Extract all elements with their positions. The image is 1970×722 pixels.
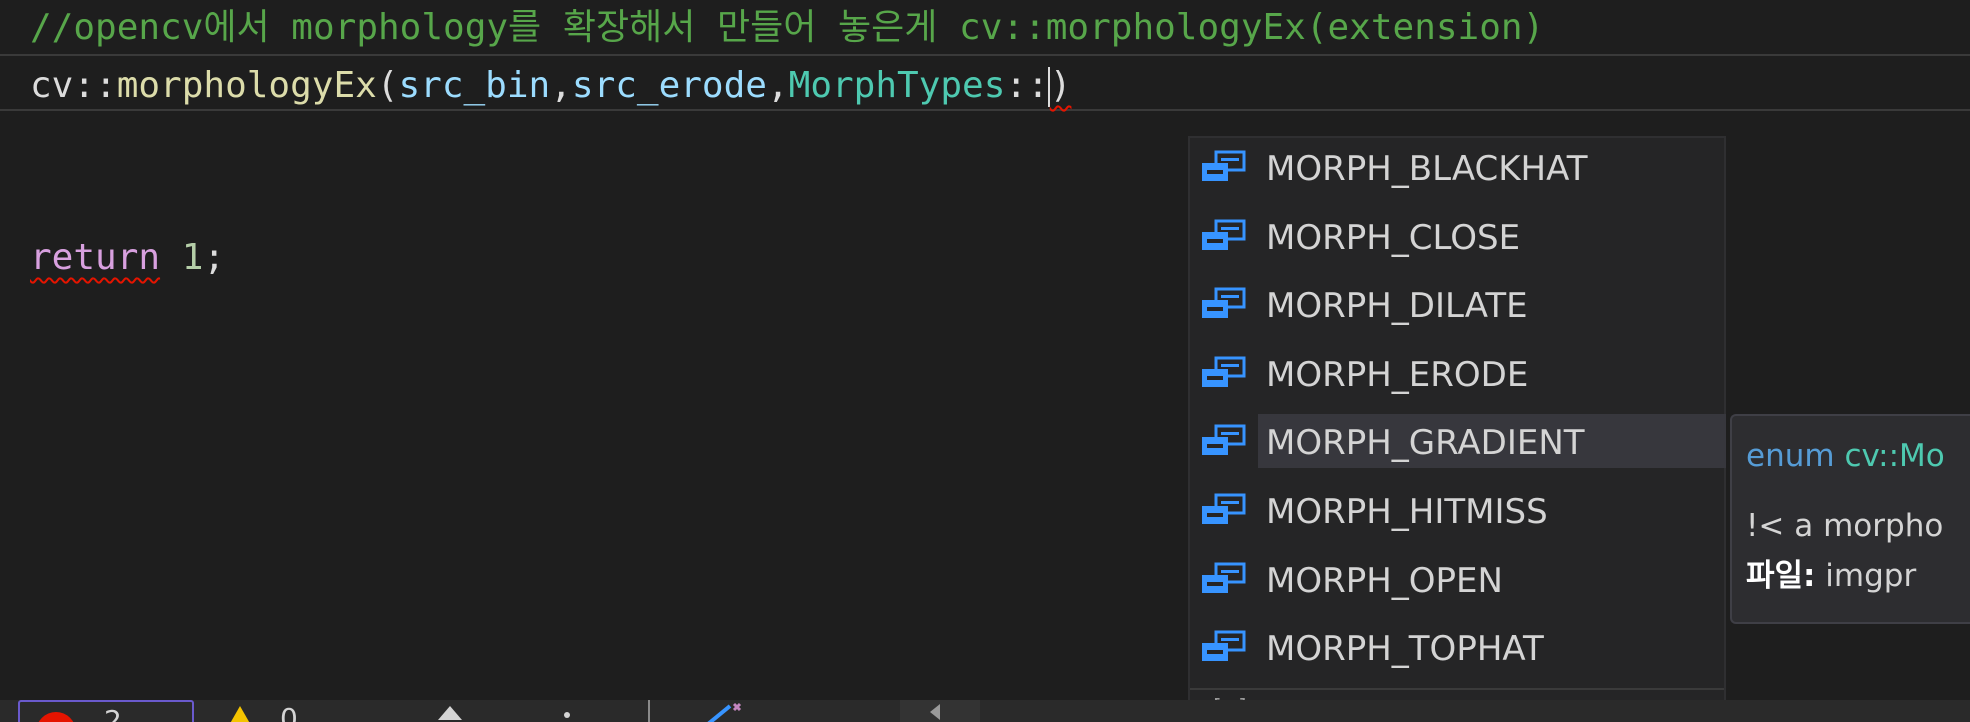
comment-text: //opencv에서 morphology를 확장해서 만들어 놓은게 cv::… bbox=[30, 7, 1545, 48]
completion-item-label: MORPH_HITMISS bbox=[1266, 492, 1548, 532]
return-line[interactable]: return 1; bbox=[30, 230, 225, 286]
completion-item[interactable]: MORPH_TOPHAT bbox=[1190, 620, 1724, 674]
morph-types-token: MorphTypes bbox=[788, 65, 1006, 106]
warning-count: 0 bbox=[280, 702, 298, 722]
close-paren-token: ) bbox=[1049, 65, 1072, 106]
tooltip-file-value: imgpr bbox=[1825, 558, 1917, 594]
error-count: 2 bbox=[104, 704, 122, 722]
status-separator bbox=[648, 700, 650, 722]
namespace-token: cv:: bbox=[30, 65, 117, 106]
semicolon-token: ; bbox=[203, 237, 226, 278]
enum-member-icon bbox=[1202, 424, 1246, 455]
completion-item-label: MORPH_ERODE bbox=[1266, 355, 1529, 395]
completion-item-label: MORPH_DILATE bbox=[1266, 286, 1528, 326]
completion-item-label: MORPH_TOPHAT bbox=[1266, 629, 1544, 669]
status-bar: 2 0 bbox=[0, 700, 1970, 722]
quick-info-tooltip: enum cv::Mo !< a morpho 파일: imgpr bbox=[1730, 414, 1970, 624]
enum-member-icon bbox=[1202, 287, 1246, 318]
arg-src-erode-token: src_erode bbox=[571, 65, 767, 106]
tooltip-description: !< a morpho bbox=[1746, 508, 1944, 544]
enum-member-icon bbox=[1202, 562, 1246, 593]
completion-item[interactable]: MORPH_ERODE bbox=[1190, 346, 1724, 400]
open-paren-token: ( bbox=[376, 65, 399, 106]
enum-member-icon bbox=[1202, 356, 1246, 387]
magic-wand-icon[interactable] bbox=[700, 702, 760, 722]
navigate-up-icon[interactable] bbox=[438, 706, 462, 720]
completion-item-label: MORPH_GRADIENT bbox=[1266, 423, 1585, 463]
completion-item[interactable]: MORPH_DILATE bbox=[1190, 277, 1724, 331]
enum-member-icon bbox=[1202, 630, 1246, 661]
scope-operator-token: :: bbox=[1005, 65, 1049, 106]
autocomplete-popup[interactable]: MORPH_BLACKHAT MORPH_CLOSE MORPH_DILATE MOR… bbox=[1188, 136, 1726, 722]
tooltip-type-name: cv::Mo bbox=[1844, 438, 1945, 474]
error-icon bbox=[36, 712, 76, 722]
navigation-box[interactable] bbox=[900, 700, 980, 722]
warning-icon[interactable] bbox=[224, 706, 256, 722]
tooltip-enum-keyword: enum bbox=[1746, 438, 1835, 474]
completion-item[interactable]: MORPH_GRADIENT bbox=[1190, 414, 1726, 468]
tooltip-file-label: 파일: bbox=[1746, 558, 1816, 594]
enum-member-icon bbox=[1202, 493, 1246, 524]
completion-item[interactable]: MORPH_CLOSE bbox=[1190, 209, 1724, 263]
comma-token: , bbox=[550, 65, 572, 106]
navigate-back-icon[interactable] bbox=[930, 704, 940, 720]
comma-token: , bbox=[766, 65, 789, 106]
comment-line[interactable]: //opencv에서 morphology를 확장해서 만들어 놓은게 cv::… bbox=[30, 0, 1544, 56]
completion-item[interactable]: MORPH_BLACKHAT bbox=[1190, 140, 1724, 194]
arg-src-bin-token: src_bin bbox=[398, 65, 551, 106]
completion-item[interactable]: MORPH_OPEN bbox=[1190, 552, 1724, 606]
completion-item-label: MORPH_OPEN bbox=[1266, 561, 1503, 601]
completion-item-label: MORPH_CLOSE bbox=[1266, 218, 1521, 258]
status-dot-icon bbox=[564, 712, 570, 718]
enum-member-icon bbox=[1202, 219, 1246, 250]
return-value-token: 1 bbox=[181, 237, 204, 278]
completion-item-label: MORPH_BLACKHAT bbox=[1266, 149, 1588, 189]
error-list-button[interactable]: 2 bbox=[18, 700, 194, 722]
tooltip-file: 파일: imgpr bbox=[1746, 550, 1916, 595]
return-keyword-token: return bbox=[30, 237, 161, 278]
tooltip-signature: enum cv::Mo bbox=[1746, 438, 1945, 474]
completion-item[interactable]: MORPH_HITMISS bbox=[1190, 483, 1724, 537]
morphology-call-line[interactable]: cv::morphologyEx(src_bin,src_erode,Morph… bbox=[30, 58, 1071, 114]
function-name-token: morphologyEx bbox=[116, 65, 377, 106]
enum-member-icon bbox=[1202, 150, 1246, 181]
